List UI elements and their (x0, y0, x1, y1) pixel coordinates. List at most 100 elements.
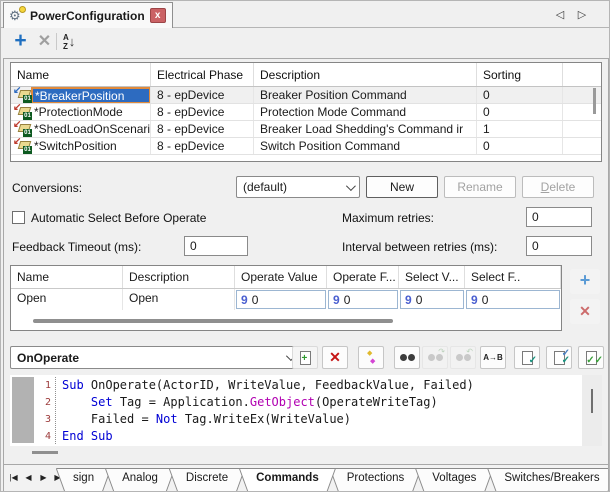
cell-sorting: 0 (477, 104, 563, 120)
tab-discrete[interactable]: Discrete (170, 469, 244, 491)
tab-design[interactable]: sign (57, 469, 110, 491)
column-header-select-fail[interactable]: Select F.. (465, 266, 561, 288)
power-configuration-window: ⚙ PowerConfiguration x ◁ ▷ + ✕ AZ ↓ Name… (0, 0, 610, 492)
numeric-type-icon: 9 (471, 293, 478, 307)
chevron-down-icon (346, 181, 356, 191)
operate-value-field[interactable]: 90 (236, 290, 326, 309)
close-tab-icon[interactable]: x (150, 8, 166, 23)
table-row[interactable]: ↙01 *SwitchPosition 8 - epDevice Switch … (11, 138, 601, 155)
first-tab-icon[interactable]: |◀ (7, 470, 20, 486)
find-next-button[interactable]: ↷ (422, 346, 448, 369)
column-header-sorting[interactable]: Sorting (477, 63, 563, 86)
tab-scroll-right-icon[interactable]: ▷ (575, 8, 589, 22)
tab-commands[interactable]: Commands (240, 469, 335, 491)
column-header-description[interactable]: Description (254, 63, 477, 86)
numeric-type-icon: 9 (333, 293, 340, 307)
document-icon: + (300, 351, 311, 365)
tab-protections[interactable]: Protections (331, 469, 421, 491)
conversions-select[interactable]: (default) (236, 176, 360, 198)
cell-sorting: 1 (477, 121, 563, 137)
operate-fail-field[interactable]: 90 (328, 290, 398, 309)
line-number: 2 (34, 394, 51, 411)
scrollbar-thumb[interactable] (591, 389, 593, 413)
new-script-button[interactable]: + (292, 346, 318, 369)
replace-ab-icon: A→B (483, 353, 503, 362)
toolbar-divider (56, 33, 57, 50)
editor-hscrollbar-thumb[interactable] (32, 451, 58, 454)
conversions-label: Conversions: (12, 181, 82, 195)
line-number: 4 (34, 428, 51, 445)
cell-description: Protection Mode Command (254, 104, 477, 120)
find-button[interactable] (394, 346, 420, 369)
scrollbar-thumb[interactable] (593, 88, 596, 114)
numeric-type-icon: 9 (405, 293, 412, 307)
tab-switches-breakers[interactable]: Switches/Breakers (488, 469, 608, 491)
compile-check-button[interactable]: ✓✓ (578, 346, 604, 369)
editor-vscrollbar[interactable] (582, 375, 602, 446)
delete-value-button[interactable]: ✕ (570, 299, 600, 324)
auto-select-checkbox[interactable] (12, 211, 25, 224)
cell-electrical-phase: 8 - epDevice (151, 87, 254, 103)
commands-table-header: Name Electrical Phase Description Sortin… (11, 63, 601, 87)
tag-browser-button[interactable]: ◆ ◆ (358, 346, 384, 369)
cell-description: Open (123, 289, 235, 310)
numeric-type-icon: 9 (241, 293, 248, 307)
select-value-field[interactable]: 90 (400, 290, 464, 309)
max-retries-input[interactable]: 0 (526, 207, 592, 227)
cell-description: Switch Position Command (254, 138, 477, 154)
max-retries-label: Maximum retries: (342, 211, 434, 225)
validate-all-button[interactable]: ✓✓ (546, 346, 572, 369)
delete-button[interactable]: Delete (522, 176, 594, 198)
tab-voltages[interactable]: Voltages (416, 469, 492, 491)
rename-button[interactable]: Rename (444, 176, 516, 198)
table-row[interactable]: ↙01 *BreakerPosition 8 - epDevice Breake… (11, 87, 601, 104)
interval-retries-label: Interval between retries (ms): (342, 240, 497, 254)
feedback-timeout-input[interactable]: 0 (184, 236, 248, 256)
next-tab-icon[interactable]: ▶ (37, 470, 50, 486)
table-row[interactable]: ↙01 *ShedLoadOnScenario 8 - epDevice Bre… (11, 121, 601, 138)
sort-az-button[interactable]: AZ ↓ (63, 32, 85, 52)
add-command-button[interactable]: + (10, 31, 31, 52)
values-table-hscrollbar[interactable] (33, 319, 393, 323)
write-tag-icon: ↙01 (13, 88, 32, 103)
column-header-operate-value[interactable]: Operate Value (235, 266, 327, 288)
tab-analog[interactable]: Analog (106, 469, 174, 491)
select-fail-field[interactable]: 90 (466, 290, 560, 309)
tab-power-configuration[interactable]: ⚙ PowerConfiguration x (3, 2, 173, 28)
diamond-icon: ◆ (370, 358, 375, 365)
column-header-description[interactable]: Description (123, 266, 235, 288)
commands-panel: Name Electrical Phase Description Sortin… (3, 58, 609, 492)
gear-bulb-icon: ⚙ (9, 8, 25, 24)
previous-tab-icon[interactable]: ◀ (22, 470, 35, 486)
validate-script-button[interactable]: ✓ (514, 346, 540, 369)
cell-electrical-phase: 8 - epDevice (151, 121, 254, 137)
column-header-electrical-phase[interactable]: Electrical Phase (151, 63, 254, 86)
code-line: End Sub (62, 428, 582, 445)
commands-table-scrollbar[interactable] (593, 88, 596, 158)
table-row[interactable]: ↙01 *ProtectionMode 8 - epDevice Protect… (11, 104, 601, 121)
cell-electrical-phase: 8 - epDevice (151, 138, 254, 154)
write-tag-icon: ↙01 (13, 105, 32, 120)
delete-script-button[interactable]: ✕ (322, 346, 348, 369)
gutter-separator (55, 377, 56, 444)
binoculars-icon (400, 354, 415, 361)
new-button[interactable]: New (366, 176, 438, 198)
find-previous-button[interactable]: ↶ (450, 346, 476, 369)
sheet-tab-bar: |◀ ◀ ▶ ▶| sign Analog Discrete Commands … (4, 464, 608, 491)
cell-name: Open (11, 289, 123, 310)
code-line: Failed = Not Tag.WriteEx(WriteValue) (62, 411, 582, 428)
interval-retries-input[interactable]: 0 (526, 236, 592, 256)
add-value-button[interactable]: + (570, 269, 600, 294)
column-header-operate-fail[interactable]: Operate F... (327, 266, 399, 288)
tab-scroll-left-icon[interactable]: ◁ (553, 8, 567, 22)
table-row[interactable]: Open Open 90 90 90 90 (11, 289, 561, 310)
column-header-select-value[interactable]: Select V... (399, 266, 465, 288)
script-event-select[interactable]: OnOperate (10, 346, 300, 369)
script-toolbar: + ✕ ◆ ◆ ↷ ↶ A→B ✓ ✓✓ ✓✓ (292, 346, 604, 370)
delete-command-button[interactable]: ✕ (34, 31, 55, 52)
column-header-name[interactable]: Name (11, 63, 151, 86)
document-tab-title: PowerConfiguration (30, 9, 145, 23)
script-code-editor[interactable]: 1 2 3 4 Sub OnOperate(ActorID, WriteValu… (10, 375, 582, 446)
column-header-name[interactable]: Name (11, 266, 123, 288)
replace-button[interactable]: A→B (480, 346, 506, 369)
